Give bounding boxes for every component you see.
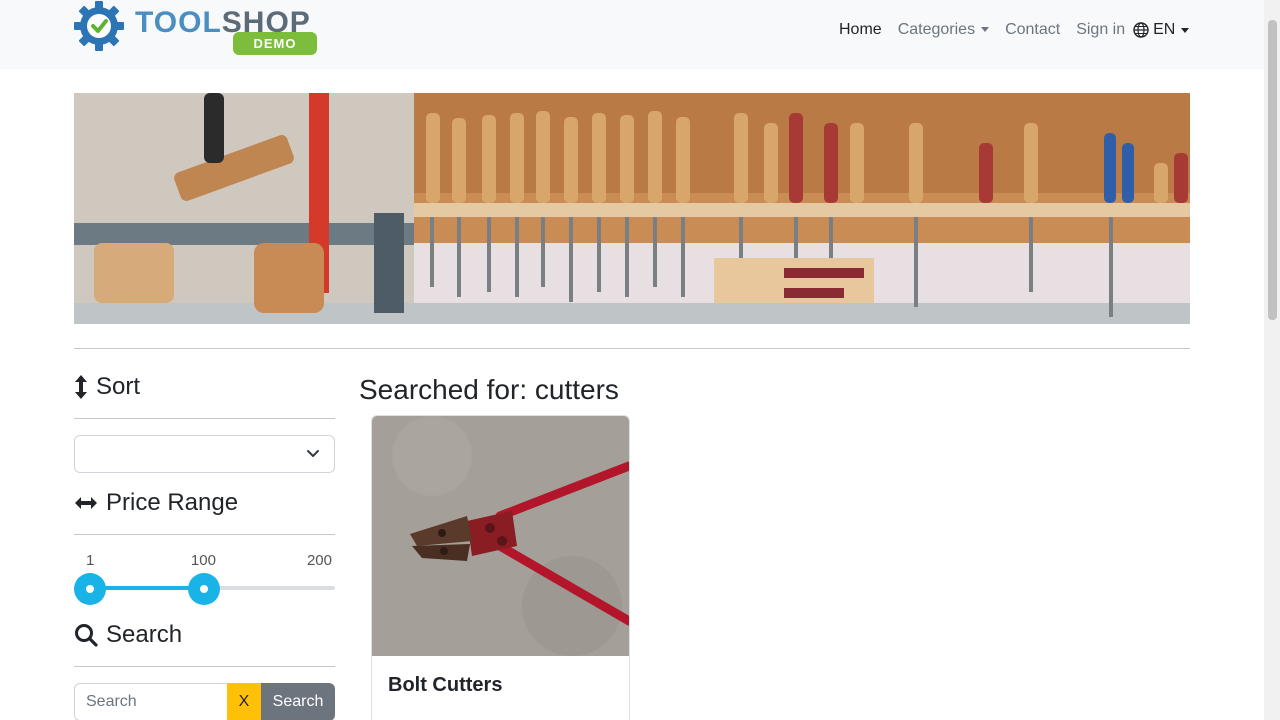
sort-divider: [74, 418, 335, 419]
hero-banner-image: [74, 93, 1190, 324]
globe-icon: [1133, 22, 1149, 38]
language-label: EN: [1153, 21, 1176, 38]
search-divider: [74, 666, 335, 667]
search-input[interactable]: Search: [74, 683, 228, 720]
sort-arrows-icon: [75, 375, 87, 399]
brand-demo-badge: DEMO: [233, 32, 317, 55]
nav-sign-in[interactable]: Sign in: [1076, 19, 1125, 41]
horizontal-arrows-icon: [75, 497, 97, 509]
section-divider: [74, 348, 1190, 349]
product-card[interactable]: Bolt Cutters: [371, 415, 630, 720]
main-nav: Home Categories Contact Sign in EN: [839, 19, 1190, 41]
language-selector[interactable]: EN: [1133, 21, 1190, 39]
sort-heading: Sort: [74, 373, 140, 401]
nav-home[interactable]: Home: [839, 19, 882, 41]
price-current-label: 100: [190, 552, 216, 569]
price-range-heading-label: Price Range: [106, 489, 239, 516]
navbar: TOOLSHOP DEMO Home Categories Contact Si…: [0, 0, 1264, 69]
product-name[interactable]: Bolt Cutters: [388, 674, 502, 697]
brand-name-part1: TOOL: [135, 6, 222, 39]
price-slider-selection: [90, 586, 204, 590]
price-range-labels: 1 100 200: [74, 552, 335, 570]
clear-search-button[interactable]: X: [227, 683, 261, 720]
product-image: [372, 416, 629, 656]
search-heading: Search: [74, 621, 182, 649]
chevron-down-icon: [1181, 27, 1190, 33]
search-icon: [75, 624, 98, 647]
chevron-down-icon: [981, 27, 990, 33]
price-slider-min-handle[interactable]: [74, 573, 106, 605]
search-button[interactable]: Search: [261, 683, 335, 720]
gear-check-icon: [74, 1, 124, 51]
price-range-heading: Price Range: [74, 489, 238, 517]
search-heading-label: Search: [106, 621, 183, 648]
sort-heading-label: Sort: [96, 373, 141, 400]
scrollbar-thumb[interactable]: [1268, 20, 1277, 320]
price-max-label: 200: [306, 552, 332, 569]
results-title: Searched for: cutters: [359, 374, 619, 405]
price-min-label: 1: [86, 552, 95, 569]
page-scrollbar[interactable]: [1264, 0, 1280, 720]
sort-select[interactable]: [74, 435, 335, 473]
nav-contact[interactable]: Contact: [1005, 19, 1060, 41]
nav-categories[interactable]: Categories: [897, 19, 990, 41]
brand-logo[interactable]: TOOLSHOP DEMO: [73, 0, 319, 56]
price-range-divider: [74, 534, 335, 535]
price-slider-max-handle[interactable]: [187, 573, 220, 605]
chevron-down-icon: [307, 450, 319, 457]
nav-categories-label: Categories: [897, 21, 976, 38]
